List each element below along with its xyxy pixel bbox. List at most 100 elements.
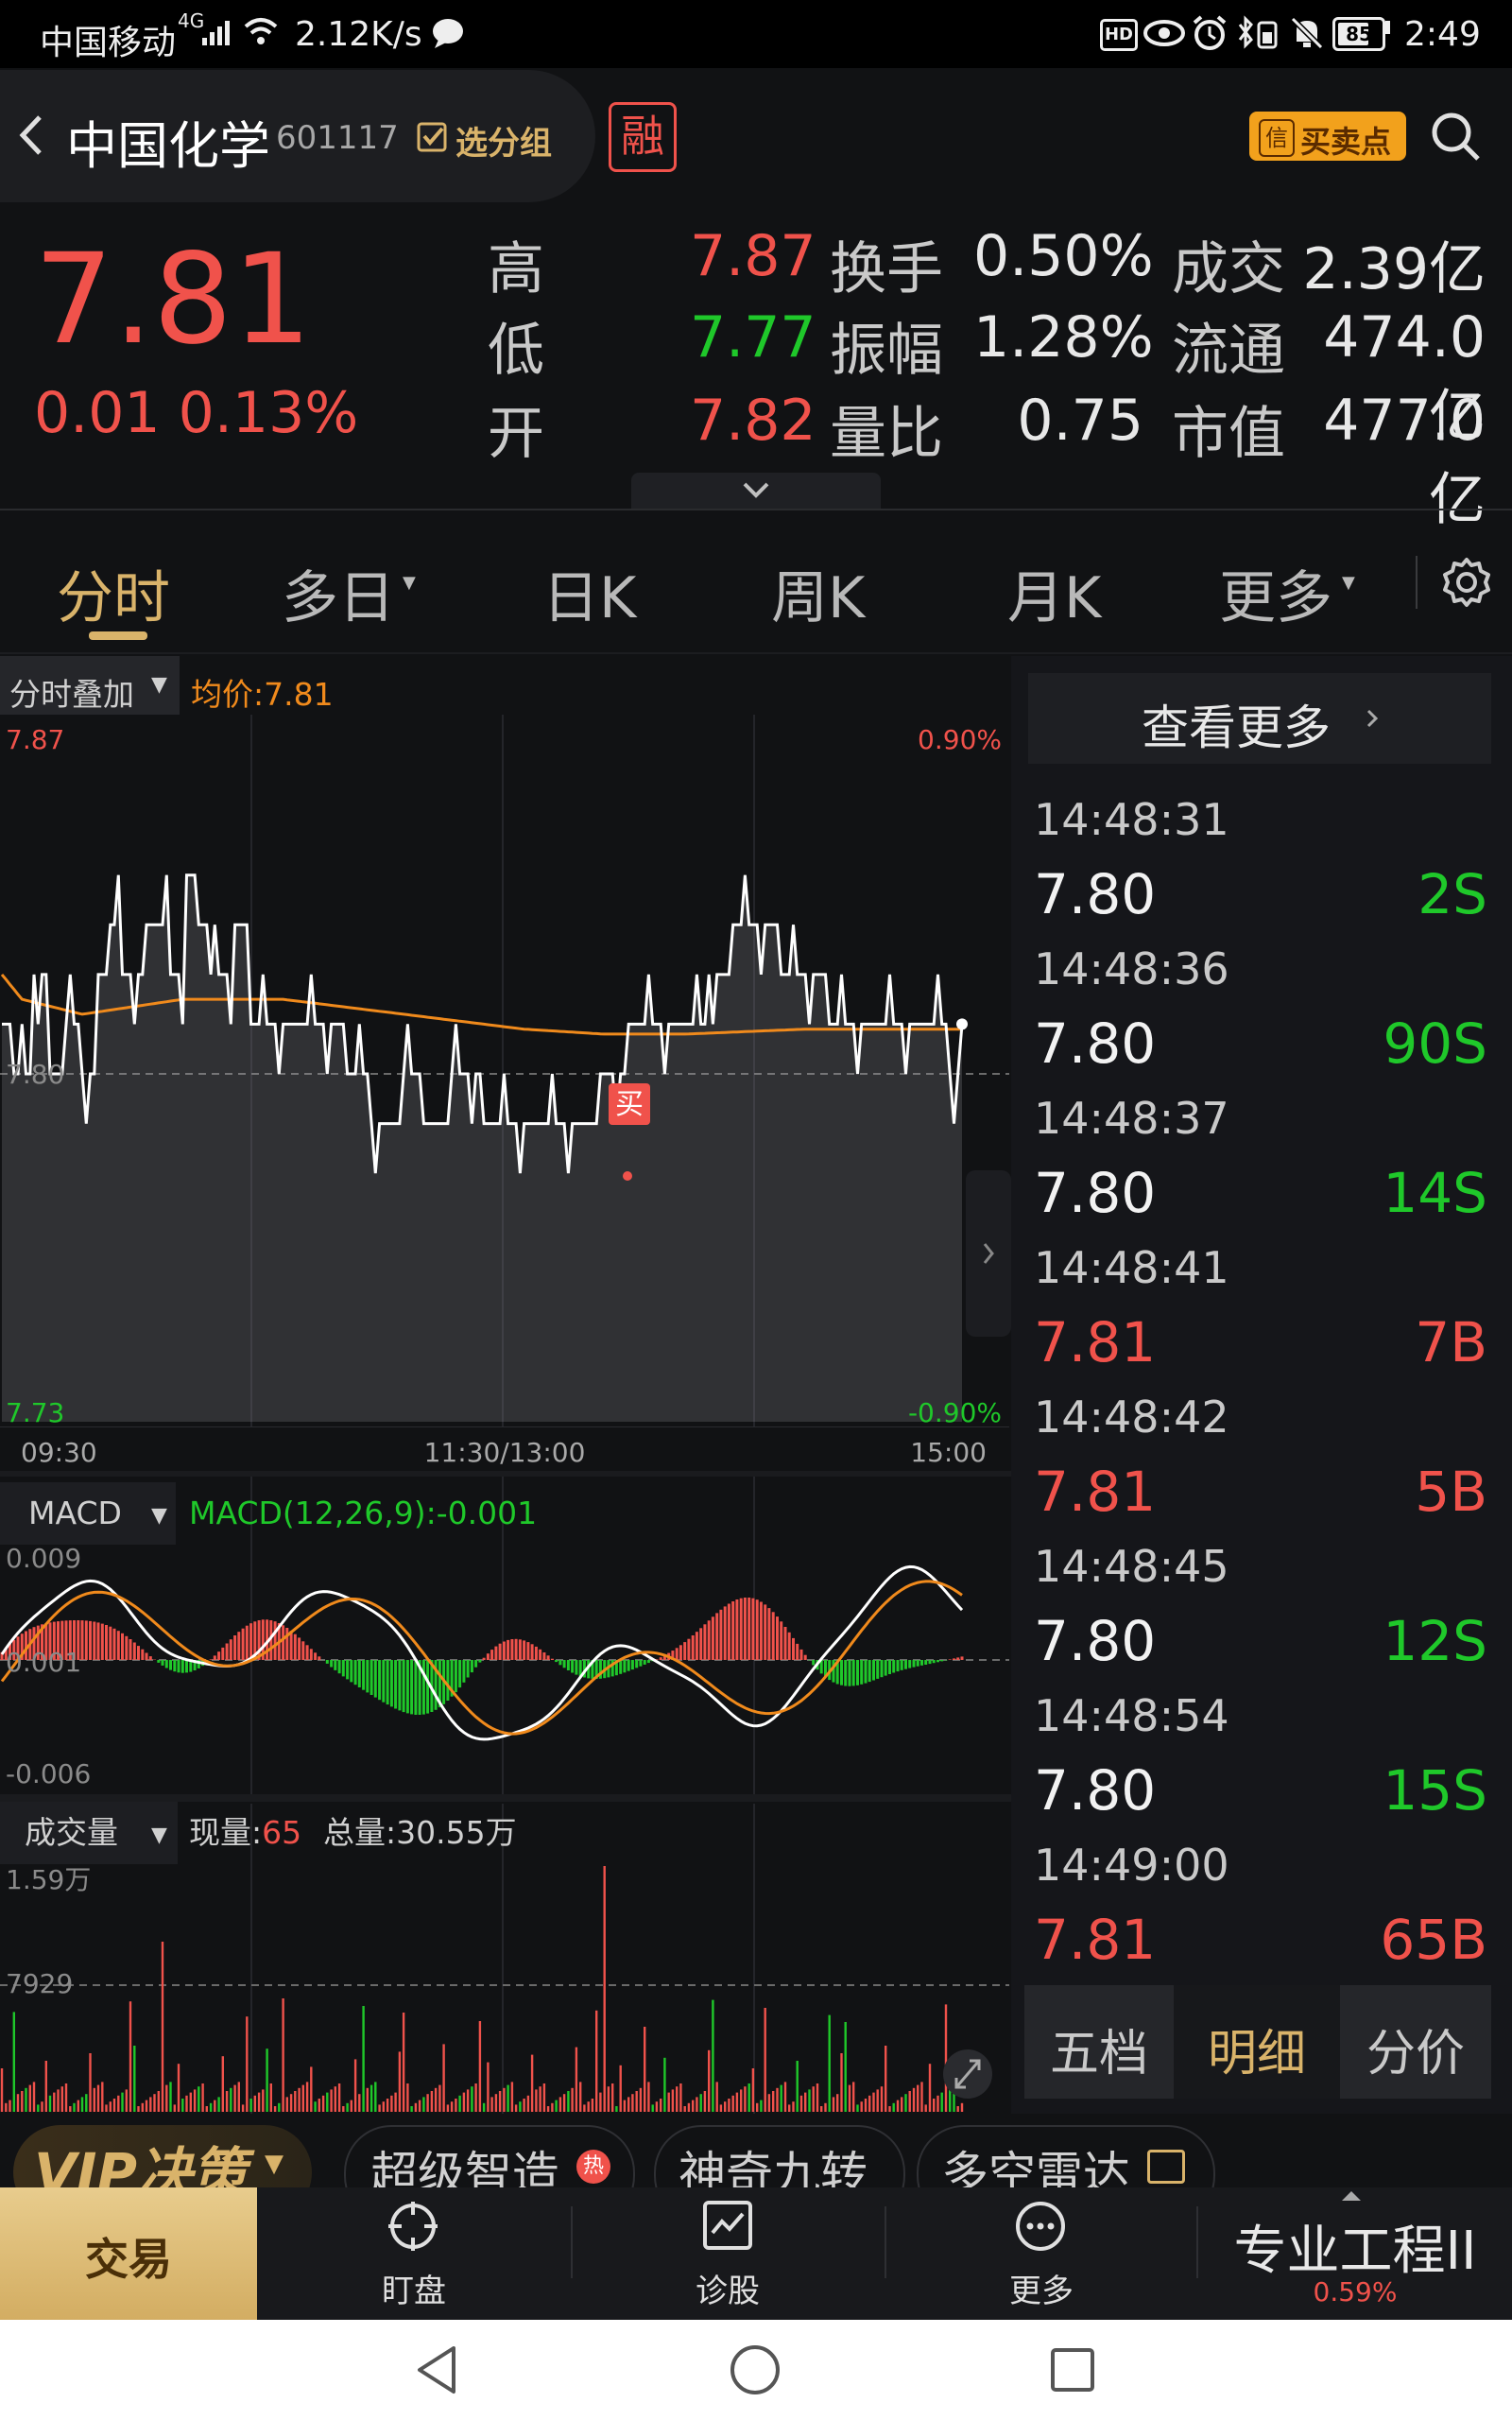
carrier-label: 中国移动	[40, 24, 177, 62]
mute-icon	[1289, 15, 1325, 60]
more-button[interactable]: 更多	[885, 2187, 1198, 2320]
select-group-button[interactable]: 选分组	[455, 117, 552, 164]
volume-bar	[836, 2094, 839, 2112]
tab-price-distribution[interactable]: 分价	[1340, 1985, 1491, 2099]
volume-bar	[860, 2101, 863, 2112]
volume-bar	[917, 2084, 919, 2112]
tab-multi-day[interactable]: 多日	[282, 552, 395, 634]
volume-bar	[667, 2092, 670, 2112]
macd-bar	[683, 1642, 687, 1660]
volume-bar	[679, 2083, 682, 2112]
macd-bar	[851, 1660, 855, 1686]
macd-bar	[209, 1659, 213, 1660]
macd-bar	[896, 1660, 900, 1672]
home-circle-icon[interactable]	[728, 2342, 782, 2397]
margin-trading-badge[interactable]: 融	[609, 102, 677, 172]
macd-bar	[498, 1643, 502, 1660]
search-icon[interactable]	[1429, 110, 1482, 166]
macd-bar	[759, 1601, 763, 1660]
tab-intraday[interactable]: 分时	[57, 552, 170, 634]
macd-axis-bottom: -0.006	[6, 1758, 91, 1789]
diagnose-button[interactable]: 诊股	[571, 2187, 885, 2320]
back-triangle-icon[interactable]	[414, 2344, 459, 2395]
stock-name[interactable]: 中国化学	[66, 104, 270, 179]
macd-bar	[876, 1660, 880, 1679]
macd-bar	[892, 1660, 896, 1673]
caret-down-icon: ▼	[403, 573, 416, 593]
side-scroll-handle[interactable]	[966, 1170, 1011, 1337]
volume-bar	[362, 2006, 365, 2112]
volume-bar	[462, 2092, 466, 2112]
tick-volume: 7B	[1415, 1310, 1487, 1374]
volume-bar	[353, 2059, 357, 2112]
macd-bar	[920, 1660, 923, 1666]
price-axis-mid: 7.80	[6, 1059, 64, 1090]
intraday-charts[interactable]: 买 7.87 7.80 7.73 0.90% -0.90% 09:30 11:3…	[0, 715, 1011, 2114]
macd-bar	[575, 1660, 578, 1675]
group-checkbox-icon[interactable]	[416, 121, 448, 157]
volume-bar	[64, 2083, 68, 2112]
super-manufacturing-button[interactable]: 超级智造 热	[344, 2125, 635, 2187]
tab-daily-k[interactable]: 日K	[542, 552, 636, 634]
volume-bar	[744, 2086, 747, 2112]
volume-bar	[374, 2082, 377, 2112]
volume-bar	[53, 2092, 56, 2112]
macd-bar	[764, 1604, 767, 1660]
volume-bar	[96, 2084, 100, 2112]
long-short-radar-label: 多空雷达	[941, 2147, 1130, 2187]
trade-button[interactable]: 交易	[0, 2187, 257, 2320]
recents-square-icon[interactable]	[1049, 2346, 1096, 2394]
tab-more[interactable]: 更多	[1219, 552, 1332, 634]
volume-bar	[117, 2095, 120, 2112]
buy-sell-point-button[interactable]: 信 买卖点	[1249, 112, 1406, 161]
volume-bar	[28, 2084, 31, 2112]
volume-bar	[740, 2089, 743, 2112]
volume-bar	[868, 2095, 871, 2112]
volume-bar	[487, 2062, 490, 2112]
volume-bar	[526, 2095, 530, 2112]
macd-bar	[366, 1660, 369, 1693]
tick-volume: 12S	[1383, 1609, 1487, 1673]
macd-bar	[141, 1649, 145, 1660]
active-tab-indicator	[89, 631, 147, 640]
magic-nine-button[interactable]: 神奇九转	[654, 2125, 905, 2187]
macd-bar	[93, 1621, 96, 1660]
macd-bar	[566, 1660, 570, 1670]
settings-gear-icon[interactable]	[1438, 554, 1495, 614]
battery-icon: 85	[1332, 17, 1385, 51]
macd-bar	[880, 1660, 884, 1678]
vip-decision-button[interactable]: VIP决策 ▼	[13, 2125, 312, 2187]
back-arrow-icon[interactable]	[17, 113, 45, 161]
view-more-button[interactable]: 查看更多	[1028, 673, 1491, 764]
sector-button[interactable]: 专业工程II 0.59%	[1198, 2187, 1512, 2320]
volume-bar	[369, 2084, 373, 2112]
macd-axis-top: 0.009	[6, 1543, 81, 1574]
volume-bar	[145, 2100, 148, 2112]
long-short-radar-button[interactable]: 多空雷达	[917, 2125, 1215, 2187]
volume-bar	[671, 2089, 675, 2112]
macd-bar	[137, 1646, 140, 1660]
tab-weekly-k[interactable]: 周K	[771, 552, 865, 634]
volume-bar	[728, 2099, 730, 2112]
fullscreen-icon[interactable]	[943, 2049, 992, 2099]
volume-bar	[141, 2102, 144, 2112]
macd-bar	[695, 1632, 698, 1660]
macd-label: MACD	[28, 1495, 122, 1531]
volume-bar	[398, 2051, 402, 2112]
volume-bar	[337, 2083, 341, 2112]
volume-bar	[446, 2104, 450, 2112]
watch-button[interactable]: 盯盘	[257, 2187, 571, 2320]
tab-detail[interactable]: 明细	[1174, 1985, 1340, 2099]
tab-order-book[interactable]: 五档	[1024, 1985, 1174, 2099]
macd-bar	[378, 1660, 382, 1701]
volume-bar	[410, 2106, 413, 2112]
volume-bar	[434, 2087, 438, 2112]
volume-bar	[273, 2106, 277, 2112]
volume-bar	[885, 2046, 887, 2112]
macd-bar	[546, 1655, 550, 1660]
volume-bar	[298, 2087, 301, 2112]
tab-monthly-k[interactable]: 月K	[1007, 552, 1101, 634]
expand-quote-button[interactable]	[631, 473, 881, 509]
overlay-selector[interactable]: 分时叠加 ▼	[0, 656, 180, 718]
volume-bar	[133, 2046, 136, 2112]
